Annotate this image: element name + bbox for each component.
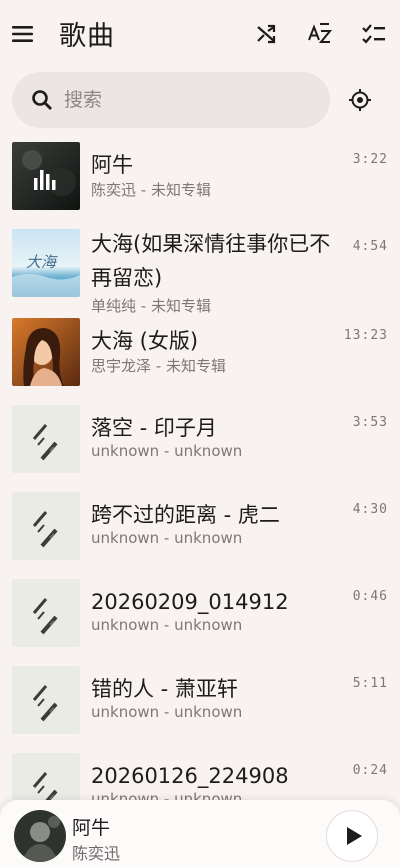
now-playing-artist: 陈奕迅 xyxy=(72,844,121,863)
song-row[interactable]: 20260209_014912 unknown - unknown 0:46 xyxy=(0,575,400,662)
shuffle-icon[interactable] xyxy=(252,20,280,48)
album-cover xyxy=(12,318,80,386)
song-title: 落空 - 印子月 xyxy=(91,416,217,440)
top-app-bar: 歌曲 xyxy=(0,0,400,68)
song-artist-album: 单纯纯 - 未知专辑 xyxy=(91,297,211,315)
song-artist-album: unknown - unknown xyxy=(91,790,243,800)
song-artist-album: 思宇龙泽 - 未知专辑 xyxy=(91,357,226,375)
song-row[interactable]: 落空 - 印子月 unknown - unknown 3:53 xyxy=(0,401,400,488)
song-duration: 13:23 xyxy=(343,328,388,343)
song-row[interactable]: 阿牛 陈奕迅 - 未知专辑 3:22 xyxy=(0,138,400,225)
album-cover xyxy=(12,142,80,210)
sort-az-icon[interactable] xyxy=(306,20,334,48)
cover-art-text: 大海 xyxy=(26,253,58,271)
album-cover xyxy=(12,492,80,560)
song-list[interactable]: 阿牛 陈奕迅 - 未知专辑 3:22 大海 大海(如果深情往事你已不再留恋) 单… xyxy=(0,138,400,800)
song-duration: 5:11 xyxy=(352,676,388,691)
song-row[interactable]: 大海 (女版) 思宇龙泽 - 未知专辑 13:23 xyxy=(0,314,400,401)
search-row xyxy=(0,70,400,130)
song-duration: 0:24 xyxy=(352,763,388,778)
menu-icon[interactable] xyxy=(10,22,36,46)
song-duration: 4:54 xyxy=(352,239,388,254)
song-title: 大海(如果深情往事你已不再留恋) xyxy=(91,232,331,290)
play-button[interactable] xyxy=(326,810,378,862)
album-cover xyxy=(12,579,80,647)
play-icon xyxy=(347,827,362,845)
locate-icon[interactable] xyxy=(346,86,374,114)
song-duration: 0:46 xyxy=(352,589,388,604)
song-duration: 4:30 xyxy=(352,502,388,517)
song-row[interactable]: 错的人 - 萧亚轩 unknown - unknown 5:11 xyxy=(0,662,400,749)
multi-select-icon[interactable] xyxy=(360,20,388,48)
song-artist-album: unknown - unknown xyxy=(91,442,243,460)
song-title: 阿牛 xyxy=(91,153,133,177)
song-artist-album: 陈奕迅 - 未知专辑 xyxy=(91,181,211,199)
song-artist-album: unknown - unknown xyxy=(91,703,243,721)
song-row[interactable]: 20260126_224908 unknown - unknown 0:24 xyxy=(0,749,400,800)
song-row[interactable]: 大海 大海(如果深情往事你已不再留恋) 单纯纯 - 未知专辑 4:54 xyxy=(0,225,400,315)
song-row[interactable]: 跨不过的距离 - 虎二 unknown - unknown 4:30 xyxy=(0,488,400,575)
now-playing-title: 阿牛 xyxy=(72,817,111,839)
search-icon xyxy=(30,88,54,112)
search-input[interactable] xyxy=(64,85,314,115)
album-cover xyxy=(12,666,80,734)
album-cover xyxy=(12,753,80,800)
page-title: 歌曲 xyxy=(59,21,115,52)
song-title: 跨不过的距离 - 虎二 xyxy=(91,503,280,527)
now-playing-cover xyxy=(14,810,66,862)
song-artist-album: unknown - unknown xyxy=(91,529,243,547)
song-title: 20260126_224908 xyxy=(91,764,289,788)
album-cover: 大海 xyxy=(12,229,80,297)
song-title: 错的人 - 萧亚轩 xyxy=(91,677,238,701)
song-artist-album: unknown - unknown xyxy=(91,616,243,634)
song-duration: 3:53 xyxy=(352,415,388,430)
song-title: 20260209_014912 xyxy=(91,590,289,614)
search-bar[interactable] xyxy=(12,72,330,128)
song-title: 大海 (女版) xyxy=(91,329,199,353)
now-playing-bar[interactable]: 阿牛 陈奕迅 xyxy=(0,800,400,867)
album-cover xyxy=(12,405,80,473)
song-duration: 3:22 xyxy=(352,152,388,167)
